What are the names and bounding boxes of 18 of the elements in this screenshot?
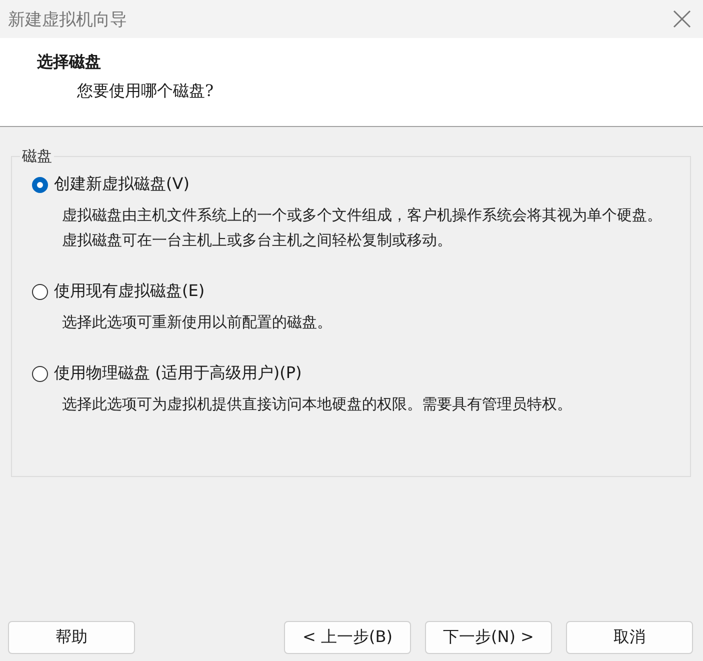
option-description: 选择此选项可为虚拟机提供直接访问本地硬盘的权限。需要具有管理员特权。	[62, 394, 573, 415]
close-icon[interactable]	[673, 10, 691, 28]
option-label[interactable]: 使用现有虚拟磁盘(E)	[54, 281, 205, 302]
back-button[interactable]: < 上一步(B)	[284, 621, 411, 654]
radio-button[interactable]	[32, 366, 48, 382]
option-label[interactable]: 使用物理磁盘 (适用于高级用户)(P)	[54, 363, 302, 384]
option-description: 虚拟磁盘由主机文件系统上的一个或多个文件组成，客户机操作系统会将其视为单个硬盘。虚拟磁盘可在一台主机上或多台主机之间轻松复制或移动。	[62, 205, 663, 251]
window-title: 新建虚拟机向导	[8, 8, 127, 30]
next-button[interactable]: 下一步(N) >	[425, 621, 552, 654]
radio-button[interactable]	[32, 176, 48, 192]
option-label[interactable]: 创建新虚拟磁盘(V)	[54, 174, 190, 195]
cancel-button[interactable]: 取消	[566, 621, 693, 654]
group-label: 磁盘	[21, 147, 53, 166]
option-description: 选择此选项可重新使用以前配置的磁盘。	[62, 312, 333, 333]
page-heading: 选择磁盘	[37, 52, 102, 73]
help-button[interactable]: 帮助	[8, 621, 135, 654]
radio-button[interactable]	[32, 284, 48, 300]
page-subtitle: 您要使用哪个磁盘?	[77, 81, 215, 102]
